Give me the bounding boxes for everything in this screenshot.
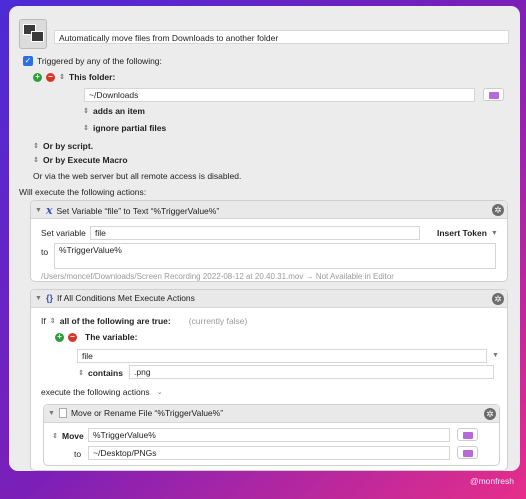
folder-trigger-label: This folder: bbox=[69, 72, 116, 82]
move-file-action-title: Move or Rename File “%TriggerValue%” bbox=[70, 408, 224, 418]
macro-title-field[interactable]: Automatically move files from Downloads … bbox=[54, 30, 509, 44]
if-label: If bbox=[41, 316, 46, 326]
gear-icon[interactable]: ✲ bbox=[484, 408, 496, 420]
folder-icon bbox=[463, 432, 473, 439]
condition-variable-field[interactable]: file bbox=[77, 349, 487, 363]
choose-destination-button[interactable] bbox=[457, 446, 478, 459]
macro-editor-window: Automatically move files from Downloads … bbox=[9, 6, 520, 471]
remove-condition-icon[interactable]: − bbox=[68, 332, 77, 342]
operator-stepper-icon[interactable]: ⇕ bbox=[78, 369, 84, 377]
condition-value-field[interactable]: .png bbox=[129, 365, 494, 379]
gear-icon[interactable]: ✲ bbox=[492, 204, 504, 216]
trigger-enabled-checkbox[interactable]: ✓ bbox=[23, 56, 33, 66]
execute-actions-label: execute the following actions bbox=[41, 387, 150, 397]
conditions-mode-stepper-icon[interactable]: ⇕ bbox=[50, 317, 56, 325]
folder-icon bbox=[489, 92, 499, 99]
conditions-mode[interactable]: all of the following are true: bbox=[60, 316, 171, 326]
actions-header: Will execute the following actions: bbox=[19, 187, 147, 197]
preview-text: /Users/moncef/Downloads/Screen Recording… bbox=[41, 272, 394, 281]
move-mode-stepper-icon[interactable]: ⇕ bbox=[52, 432, 58, 440]
macro-icon[interactable] bbox=[19, 19, 47, 49]
if-conditions-action-header[interactable]: ▼ {} If All Conditions Met Execute Actio… bbox=[31, 290, 507, 308]
author-credit: @monfresh bbox=[469, 476, 514, 486]
adds-item-stepper-icon[interactable]: ⇕ bbox=[83, 107, 89, 115]
trigger-header: Triggered by any of the following: bbox=[37, 56, 162, 66]
variable-x-icon: x bbox=[45, 204, 53, 217]
choose-folder-button[interactable] bbox=[483, 88, 504, 101]
chevron-down-icon: ▼ bbox=[490, 229, 498, 237]
insert-token-button[interactable]: Insert Token bbox=[437, 228, 487, 238]
set-variable-action-header[interactable]: ▼ x Set Variable “file” to Text “%Trigge… bbox=[31, 201, 507, 219]
trigger-type-stepper-icon[interactable]: ⇕ bbox=[59, 73, 65, 81]
choose-source-button[interactable] bbox=[457, 428, 478, 441]
ignore-partial-stepper-icon[interactable]: ⇕ bbox=[83, 124, 89, 132]
or-execute-macro-label: Or by Execute Macro bbox=[43, 155, 128, 165]
chevron-down-icon[interactable]: ▼ bbox=[492, 352, 499, 359]
file-icon bbox=[58, 408, 67, 418]
folder-path-field[interactable]: ~/Downloads bbox=[84, 88, 475, 102]
set-variable-label: Set variable bbox=[41, 228, 86, 238]
source-file-field[interactable]: %TriggerValue% bbox=[88, 428, 450, 442]
move-to-label: to bbox=[74, 449, 82, 459]
move-mode-select[interactable]: Move bbox=[62, 431, 84, 441]
set-variable-action[interactable]: ▼ x Set Variable “file” to Text “%Trigge… bbox=[30, 200, 508, 282]
to-label: to bbox=[41, 247, 49, 257]
execute-macro-stepper-icon[interactable]: ⇕ bbox=[33, 156, 39, 164]
destination-field[interactable]: ~/Desktop/PNGs bbox=[88, 446, 450, 460]
remove-trigger-icon[interactable]: − bbox=[46, 72, 55, 82]
set-variable-action-title: Set Variable “file” to Text “%TriggerVal… bbox=[56, 205, 220, 216]
chevron-down-icon[interactable]: ⌄ bbox=[157, 388, 163, 396]
braces-icon: {} bbox=[45, 293, 53, 303]
move-file-action[interactable]: ▼ Move or Rename File “%TriggerValue%” ✲… bbox=[43, 404, 500, 466]
if-conditions-action[interactable]: ▼ {} If All Conditions Met Execute Actio… bbox=[30, 289, 508, 471]
disclosure-triangle-icon[interactable]: ▼ bbox=[35, 295, 42, 302]
folder-icon bbox=[463, 450, 473, 457]
add-condition-icon[interactable]: + bbox=[55, 332, 64, 342]
adds-item-label: adds an item bbox=[93, 106, 145, 116]
ignore-partial-label: ignore partial files bbox=[93, 123, 167, 133]
disclosure-triangle-icon[interactable]: ▼ bbox=[35, 207, 42, 214]
text-value-field[interactable]: %TriggerValue% bbox=[54, 243, 496, 269]
variable-name-field[interactable]: file bbox=[90, 226, 420, 240]
if-action-title: If All Conditions Met Execute Actions bbox=[56, 293, 195, 303]
add-trigger-icon[interactable]: + bbox=[33, 72, 42, 82]
script-trigger-stepper-icon[interactable]: ⇕ bbox=[33, 142, 39, 150]
web-server-note: Or via the web server but all remote acc… bbox=[33, 171, 242, 181]
the-variable-label: The variable: bbox=[85, 332, 138, 342]
gear-icon[interactable]: ✲ bbox=[492, 293, 504, 305]
or-script-label: Or by script. bbox=[43, 141, 94, 151]
disclosure-triangle-icon[interactable]: ▼ bbox=[48, 410, 55, 417]
condition-status: (currently false) bbox=[188, 316, 248, 326]
move-file-action-header[interactable]: ▼ Move or Rename File “%TriggerValue%” ✲ bbox=[44, 405, 499, 423]
operator-select[interactable]: contains bbox=[88, 368, 123, 378]
